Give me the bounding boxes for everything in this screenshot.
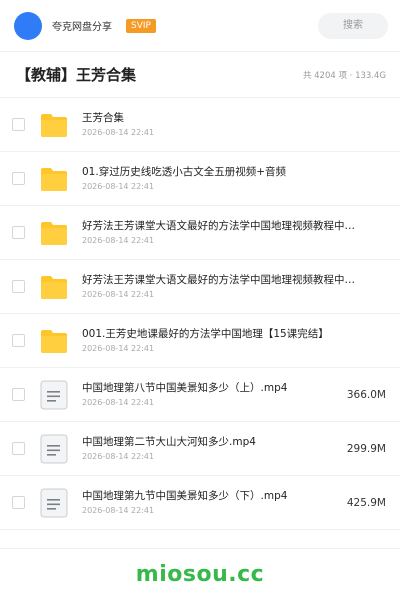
select-checkbox[interactable]	[12, 280, 25, 293]
document-icon	[40, 488, 68, 517]
item-date: 2026-08-14 22:41	[82, 452, 155, 461]
bottom-divider	[0, 548, 400, 549]
item-name: 01.穿过历史线吃透小古文全五册视频+音频	[82, 166, 286, 178]
item-name: 好芳法王芳课堂大语文最好的方法学中国地理视频教程中…	[82, 220, 355, 232]
select-checkbox[interactable]	[12, 226, 25, 239]
item-date: 2026-08-14 22:41	[82, 398, 155, 407]
svip-badge: SVIP	[126, 18, 156, 33]
list-item-file[interactable]: 中国地理第二节大山大河知多少.mp4 2026-08-14 22:41 299.…	[0, 422, 400, 476]
file-size: 366.0M	[346, 388, 386, 401]
list-item-folder[interactable]: 001.王芳史地课最好的方法学中国地理【15课完结】 2026-08-14 22…	[0, 314, 400, 368]
item-date: 2026-08-14 22:41	[82, 506, 155, 515]
item-name: 中国地理第二节大山大河知多少.mp4	[82, 436, 256, 448]
item-date: 2026-08-14 22:41	[82, 290, 155, 299]
item-info: 中国地理第二节大山大河知多少.mp4 2026-08-14 22:41	[82, 435, 337, 462]
file-size: 299.9M	[346, 442, 386, 455]
select-checkbox[interactable]	[12, 118, 25, 131]
item-date: 2026-08-14 22:41	[82, 182, 155, 191]
list-item-folder[interactable]: 01.穿过历史线吃透小古文全五册视频+音频 2026-08-14 22:41	[0, 152, 400, 206]
item-date: 2026-08-14 22:41	[82, 344, 155, 353]
select-checkbox[interactable]	[12, 496, 25, 509]
item-info: 001.王芳史地课最好的方法学中国地理【15课完结】 2026-08-14 22…	[82, 327, 386, 354]
avatar[interactable]	[14, 11, 42, 40]
search-button[interactable]: 搜索	[318, 12, 388, 39]
item-name: 王芳合集	[82, 112, 124, 124]
select-checkbox[interactable]	[12, 388, 25, 401]
item-count-summary: 共 4204 项 · 133.4G	[302, 70, 386, 81]
select-checkbox[interactable]	[12, 172, 25, 185]
list-item-file[interactable]: 中国地理第八节中国美景知多少（上）.mp4 2026-08-14 22:41 3…	[0, 368, 400, 422]
page-title: 【教辅】王芳合集	[16, 66, 137, 84]
item-info: 好芳法王芳课堂大语文最好的方法学中国地理视频教程中… 2026-08-14 22…	[82, 219, 386, 246]
folder-icon	[40, 111, 68, 139]
file-list: 王芳合集 2026-08-14 22:41 01.穿过历史线吃透小古文全五册视频…	[0, 98, 400, 530]
brand-name: 夸克网盘分享	[52, 22, 112, 33]
list-item-file[interactable]: 中国地理第九节中国美景知多少（下）.mp4 2026-08-14 22:41 4…	[0, 476, 400, 530]
item-info: 王芳合集 2026-08-14 22:41	[82, 111, 386, 138]
header: 夸克网盘分享 SVIP 搜索	[0, 0, 400, 52]
title-bar: 【教辅】王芳合集 共 4204 项 · 133.4G	[0, 52, 400, 98]
item-info: 01.穿过历史线吃透小古文全五册视频+音频 2026-08-14 22:41	[82, 165, 386, 192]
document-icon	[40, 380, 68, 409]
item-info: 中国地理第九节中国美景知多少（下）.mp4 2026-08-14 22:41	[82, 489, 337, 516]
item-name: 中国地理第八节中国美景知多少（上）.mp4	[82, 382, 288, 394]
item-info: 好芳法王芳课堂大语文最好的方法学中国地理视频教程中… 2026-08-14 22…	[82, 273, 386, 300]
item-name: 001.王芳史地课最好的方法学中国地理【15课完结】	[82, 328, 329, 340]
select-checkbox[interactable]	[12, 334, 25, 347]
item-date: 2026-08-14 22:41	[82, 128, 155, 137]
folder-icon	[40, 165, 68, 193]
select-checkbox[interactable]	[12, 442, 25, 455]
list-item-folder[interactable]: 王芳合集 2026-08-14 22:41	[0, 98, 400, 152]
item-info: 中国地理第八节中国美景知多少（上）.mp4 2026-08-14 22:41	[82, 381, 337, 408]
file-size: 425.9M	[346, 496, 386, 509]
watermark: miosou.cc	[135, 562, 265, 587]
document-icon	[40, 434, 68, 463]
item-name: 好芳法王芳课堂大语文最好的方法学中国地理视频教程中…	[82, 274, 355, 286]
folder-icon	[40, 327, 68, 355]
item-name: 中国地理第九节中国美景知多少（下）.mp4	[82, 490, 288, 502]
list-item-folder[interactable]: 好芳法王芳课堂大语文最好的方法学中国地理视频教程中… 2026-08-14 22…	[0, 206, 400, 260]
folder-icon	[40, 273, 68, 301]
folder-icon	[40, 219, 68, 247]
list-item-folder[interactable]: 好芳法王芳课堂大语文最好的方法学中国地理视频教程中… 2026-08-14 22…	[0, 260, 400, 314]
item-date: 2026-08-14 22:41	[82, 236, 155, 245]
